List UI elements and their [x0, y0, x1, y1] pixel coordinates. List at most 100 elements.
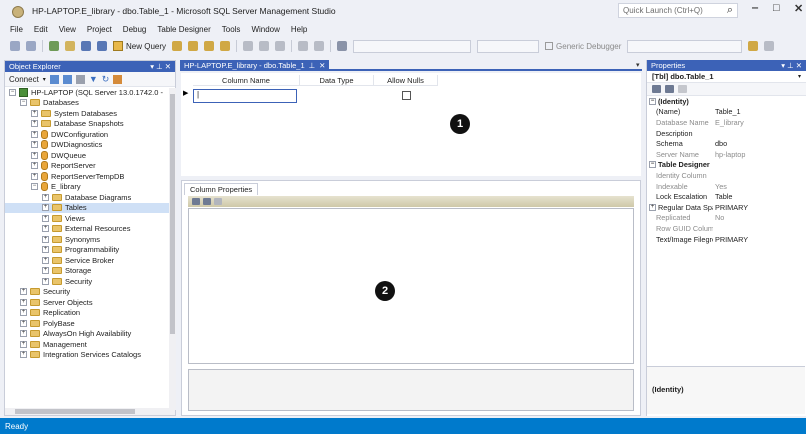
properties-window-icon[interactable] — [764, 41, 775, 51]
xmla-query-icon[interactable] — [220, 41, 231, 51]
cut-icon[interactable] — [243, 41, 254, 51]
tree-node[interactable]: + System Databases — [5, 108, 175, 119]
expand-icon[interactable]: + — [20, 288, 27, 296]
column-properties-tab[interactable]: Column Properties — [184, 183, 259, 195]
expand-icon[interactable]: + — [20, 309, 27, 317]
expand-icon[interactable]: + — [42, 204, 49, 212]
expand-icon[interactable]: + — [31, 162, 38, 170]
minimize-icon[interactable]: ‒ — [752, 2, 758, 14]
tree-node[interactable]: + External Resources — [5, 224, 175, 235]
connect-button[interactable]: Connect — [9, 75, 39, 84]
save-all-icon[interactable] — [97, 41, 107, 51]
tree-node[interactable]: − Databases — [5, 98, 175, 109]
find-icon[interactable] — [748, 41, 759, 51]
property-row[interactable]: +Regular Data SpacePRIMARY — [647, 202, 806, 213]
generic-debugger-button[interactable]: Generic Debugger — [545, 42, 621, 51]
expand-icon[interactable]: + — [42, 235, 49, 243]
expand-icon[interactable]: + — [42, 267, 49, 275]
property-row[interactable]: (Name) Table_1 — [647, 107, 806, 118]
property-row[interactable]: Indexable Yes — [647, 181, 806, 192]
close-tab-icon[interactable]: ✕ — [319, 61, 325, 70]
property-row[interactable]: Lock Escalation Table — [647, 191, 806, 202]
solution-config-dropdown[interactable] — [353, 39, 472, 53]
tree-node[interactable]: + DWConfiguration — [5, 129, 175, 140]
property-row[interactable]: Description — [647, 128, 806, 139]
paste-icon[interactable] — [275, 41, 286, 51]
mdx-query-icon[interactable] — [204, 41, 215, 51]
expand-icon[interactable]: + — [20, 319, 27, 327]
object-explorer-hscrollbar[interactable] — [5, 408, 175, 415]
expand-icon[interactable]: + — [31, 172, 38, 180]
tree-node[interactable]: + AlwaysOn High Availability — [5, 329, 175, 340]
alphabetical-props-icon[interactable] — [665, 85, 674, 93]
categorized-icon[interactable] — [192, 198, 200, 205]
analysis-query-icon[interactable] — [188, 41, 199, 51]
expand-icon[interactable]: + — [31, 120, 38, 128]
property-row[interactable]: Text/Image FilegroupPRIMARY — [647, 234, 806, 245]
panel-pin-close-icon[interactable]: ▾ ⊥ ✕ — [150, 62, 171, 71]
menu-table-designer[interactable]: Table Designer — [157, 25, 210, 34]
tree-node[interactable]: + PolyBase — [5, 318, 175, 329]
connect-dropdown-icon[interactable]: ▾ — [43, 76, 46, 83]
pin-tab-icon[interactable]: ⊥ — [309, 61, 316, 70]
tree-node[interactable]: + Tables — [5, 202, 175, 213]
expand-icon[interactable]: + — [31, 151, 38, 159]
tree-node[interactable]: + Management — [5, 339, 175, 350]
menu-file[interactable]: File — [10, 25, 23, 34]
expand-icon[interactable]: + — [31, 109, 38, 117]
tree-node[interactable]: + Synonyms — [5, 234, 175, 245]
redo-icon[interactable] — [314, 41, 325, 51]
menu-help[interactable]: Help — [291, 25, 307, 34]
categorized-props-icon[interactable] — [652, 85, 661, 93]
platform-dropdown[interactable] — [477, 39, 540, 53]
column-name-input[interactable]: | — [193, 89, 297, 103]
properties-object-selector[interactable]: [Tbl] dbo.Table_1 ▾ — [647, 71, 806, 83]
expand-icon[interactable]: + — [649, 203, 656, 211]
expand-icon[interactable]: + — [20, 330, 27, 338]
expand-icon[interactable]: + — [42, 277, 49, 285]
undo-icon[interactable] — [298, 41, 309, 51]
tree-node[interactable]: + ReportServer — [5, 161, 175, 172]
activity-monitor-icon[interactable] — [337, 41, 348, 51]
collapse-icon[interactable]: − — [649, 97, 656, 105]
expand-icon[interactable]: + — [20, 351, 27, 359]
tree-node[interactable]: + Views — [5, 213, 175, 224]
quick-launch-input[interactable]: Quick Launch (Ctrl+Q) ⌕ — [618, 3, 738, 18]
expand-icon[interactable]: + — [20, 340, 27, 348]
forward-icon[interactable] — [26, 41, 36, 51]
document-tab[interactable]: HP-LAPTOP.E_library - dbo.Table_1 ⊥ ✕ — [180, 60, 330, 71]
stop-icon[interactable] — [75, 74, 85, 84]
vscroll-thumb[interactable] — [170, 94, 175, 334]
tree-node[interactable]: − HP-LAPTOP (SQL Server 13.0.1742.0 - — [5, 87, 175, 98]
new-project-icon[interactable] — [49, 41, 59, 51]
tree-node[interactable]: + Security — [5, 276, 175, 287]
collapse-icon[interactable]: − — [9, 88, 16, 96]
tree-node[interactable]: + Database Snapshots — [5, 119, 175, 130]
expand-icon[interactable]: + — [42, 225, 49, 233]
property-category[interactable]: − Table Designer — [647, 160, 806, 171]
property-row[interactable]: Replicated No — [647, 213, 806, 224]
collapse-icon[interactable]: − — [31, 183, 38, 191]
tree-node[interactable]: + Service Broker — [5, 255, 175, 266]
back-icon[interactable] — [10, 41, 20, 51]
expand-icon[interactable]: + — [31, 141, 38, 149]
tree-node[interactable]: + Integration Services Catalogs — [5, 350, 175, 361]
tree-node[interactable]: + Replication — [5, 308, 175, 319]
close-icon[interactable]: ✕ — [794, 2, 803, 15]
tree-node[interactable]: + Programmability — [5, 245, 175, 256]
expand-icon[interactable]: + — [42, 214, 49, 222]
copy-icon[interactable] — [259, 41, 270, 51]
save-icon[interactable] — [81, 41, 91, 51]
tree-node[interactable]: + DWQueue — [5, 150, 175, 161]
tree-node[interactable]: + ReportServerTempDB — [5, 171, 175, 182]
tree-node[interactable]: + DWDiagnostics — [5, 140, 175, 151]
property-pages-icon[interactable] — [214, 198, 222, 205]
collapse-icon[interactable]: − — [20, 99, 27, 107]
property-row[interactable]: Schema dbo — [647, 138, 806, 149]
menu-view[interactable]: View — [59, 25, 76, 34]
tree-node[interactable]: + Security — [5, 287, 175, 298]
activity-monitor-oe-icon[interactable] — [113, 74, 123, 84]
menu-tools[interactable]: Tools — [222, 25, 241, 34]
expand-icon[interactable]: + — [20, 298, 27, 306]
filter-icon[interactable]: ▼ — [89, 74, 98, 84]
